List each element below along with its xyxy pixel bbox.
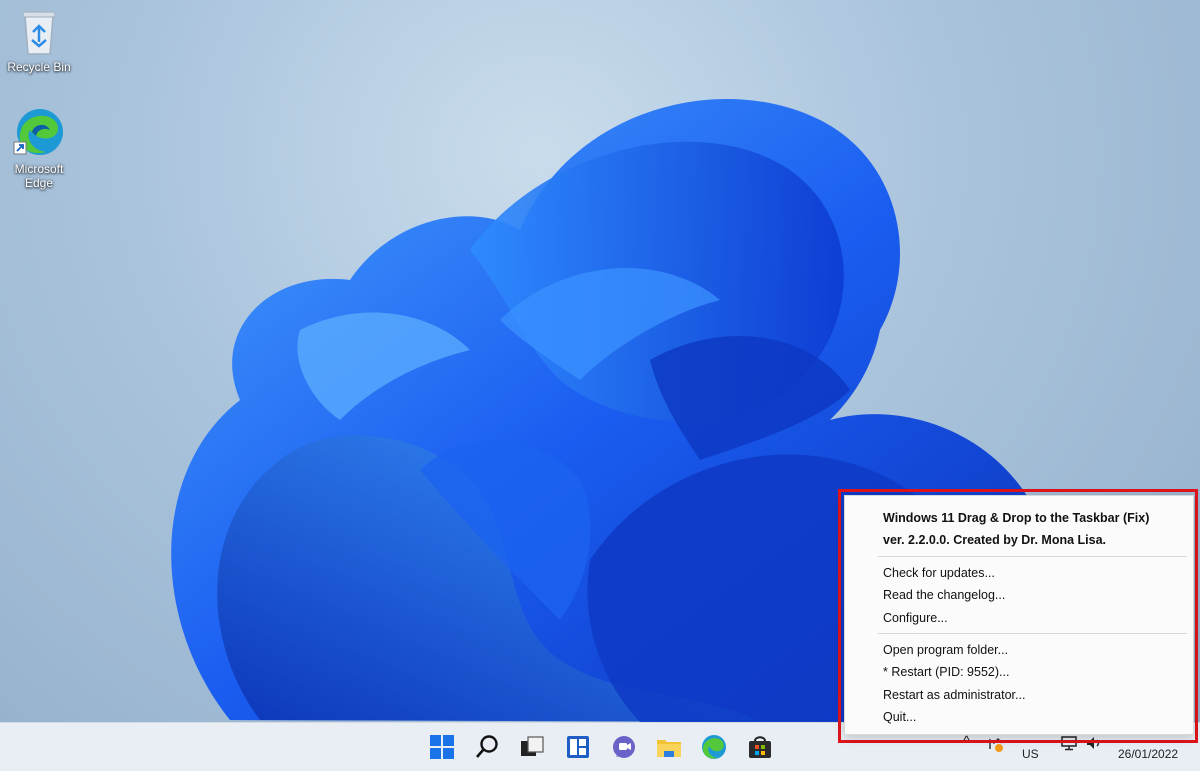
store-icon[interactable] (746, 733, 774, 761)
clock-date[interactable]: 26/01/2022 (1118, 747, 1178, 761)
menu-separator (878, 633, 1187, 634)
menu-item-check-updates[interactable]: Check for updates... (883, 566, 995, 580)
tray-context-menu: Windows 11 Drag & Drop to the Taskbar (F… (844, 495, 1194, 735)
start-icon[interactable] (428, 733, 456, 761)
edge-icon (13, 109, 63, 155)
menu-item-open-folder[interactable]: Open program folder... (883, 643, 1008, 657)
menu-separator (878, 556, 1187, 557)
recycle-bin-icon (22, 11, 56, 55)
menu-item-restart-admin[interactable]: Restart as administrator... (883, 688, 1025, 702)
edge-taskbar-icon[interactable] (700, 733, 728, 761)
language-indicator[interactable]: US (1022, 747, 1039, 761)
file-explorer-icon[interactable] (655, 733, 683, 761)
microsoft-edge-desktop-icon[interactable]: Microsoft Edge (0, 106, 78, 190)
edge-label-line2: Edge (24, 176, 54, 190)
menu-header-title: Windows 11 Drag & Drop to the Taskbar (F… (883, 511, 1150, 525)
recycle-bin-desktop-icon[interactable]: Recycle Bin (0, 8, 78, 74)
widgets-icon[interactable] (564, 733, 592, 761)
menu-header-version: ver. 2.2.0.0. Created by Dr. Mona Lisa. (883, 533, 1107, 547)
edge-label-line1: Microsoft (14, 162, 64, 176)
recycle-bin-label: Recycle Bin (7, 60, 71, 74)
menu-item-configure[interactable]: Configure... (883, 611, 948, 625)
menu-item-read-changelog[interactable]: Read the changelog... (883, 588, 1005, 602)
teams-chat-icon[interactable] (610, 733, 638, 761)
menu-item-quit[interactable]: Quit... (883, 710, 916, 724)
menu-item-restart[interactable]: * Restart (PID: 9552)... (883, 665, 1009, 679)
task-view-icon[interactable] (518, 733, 546, 761)
search-icon[interactable] (474, 733, 502, 761)
